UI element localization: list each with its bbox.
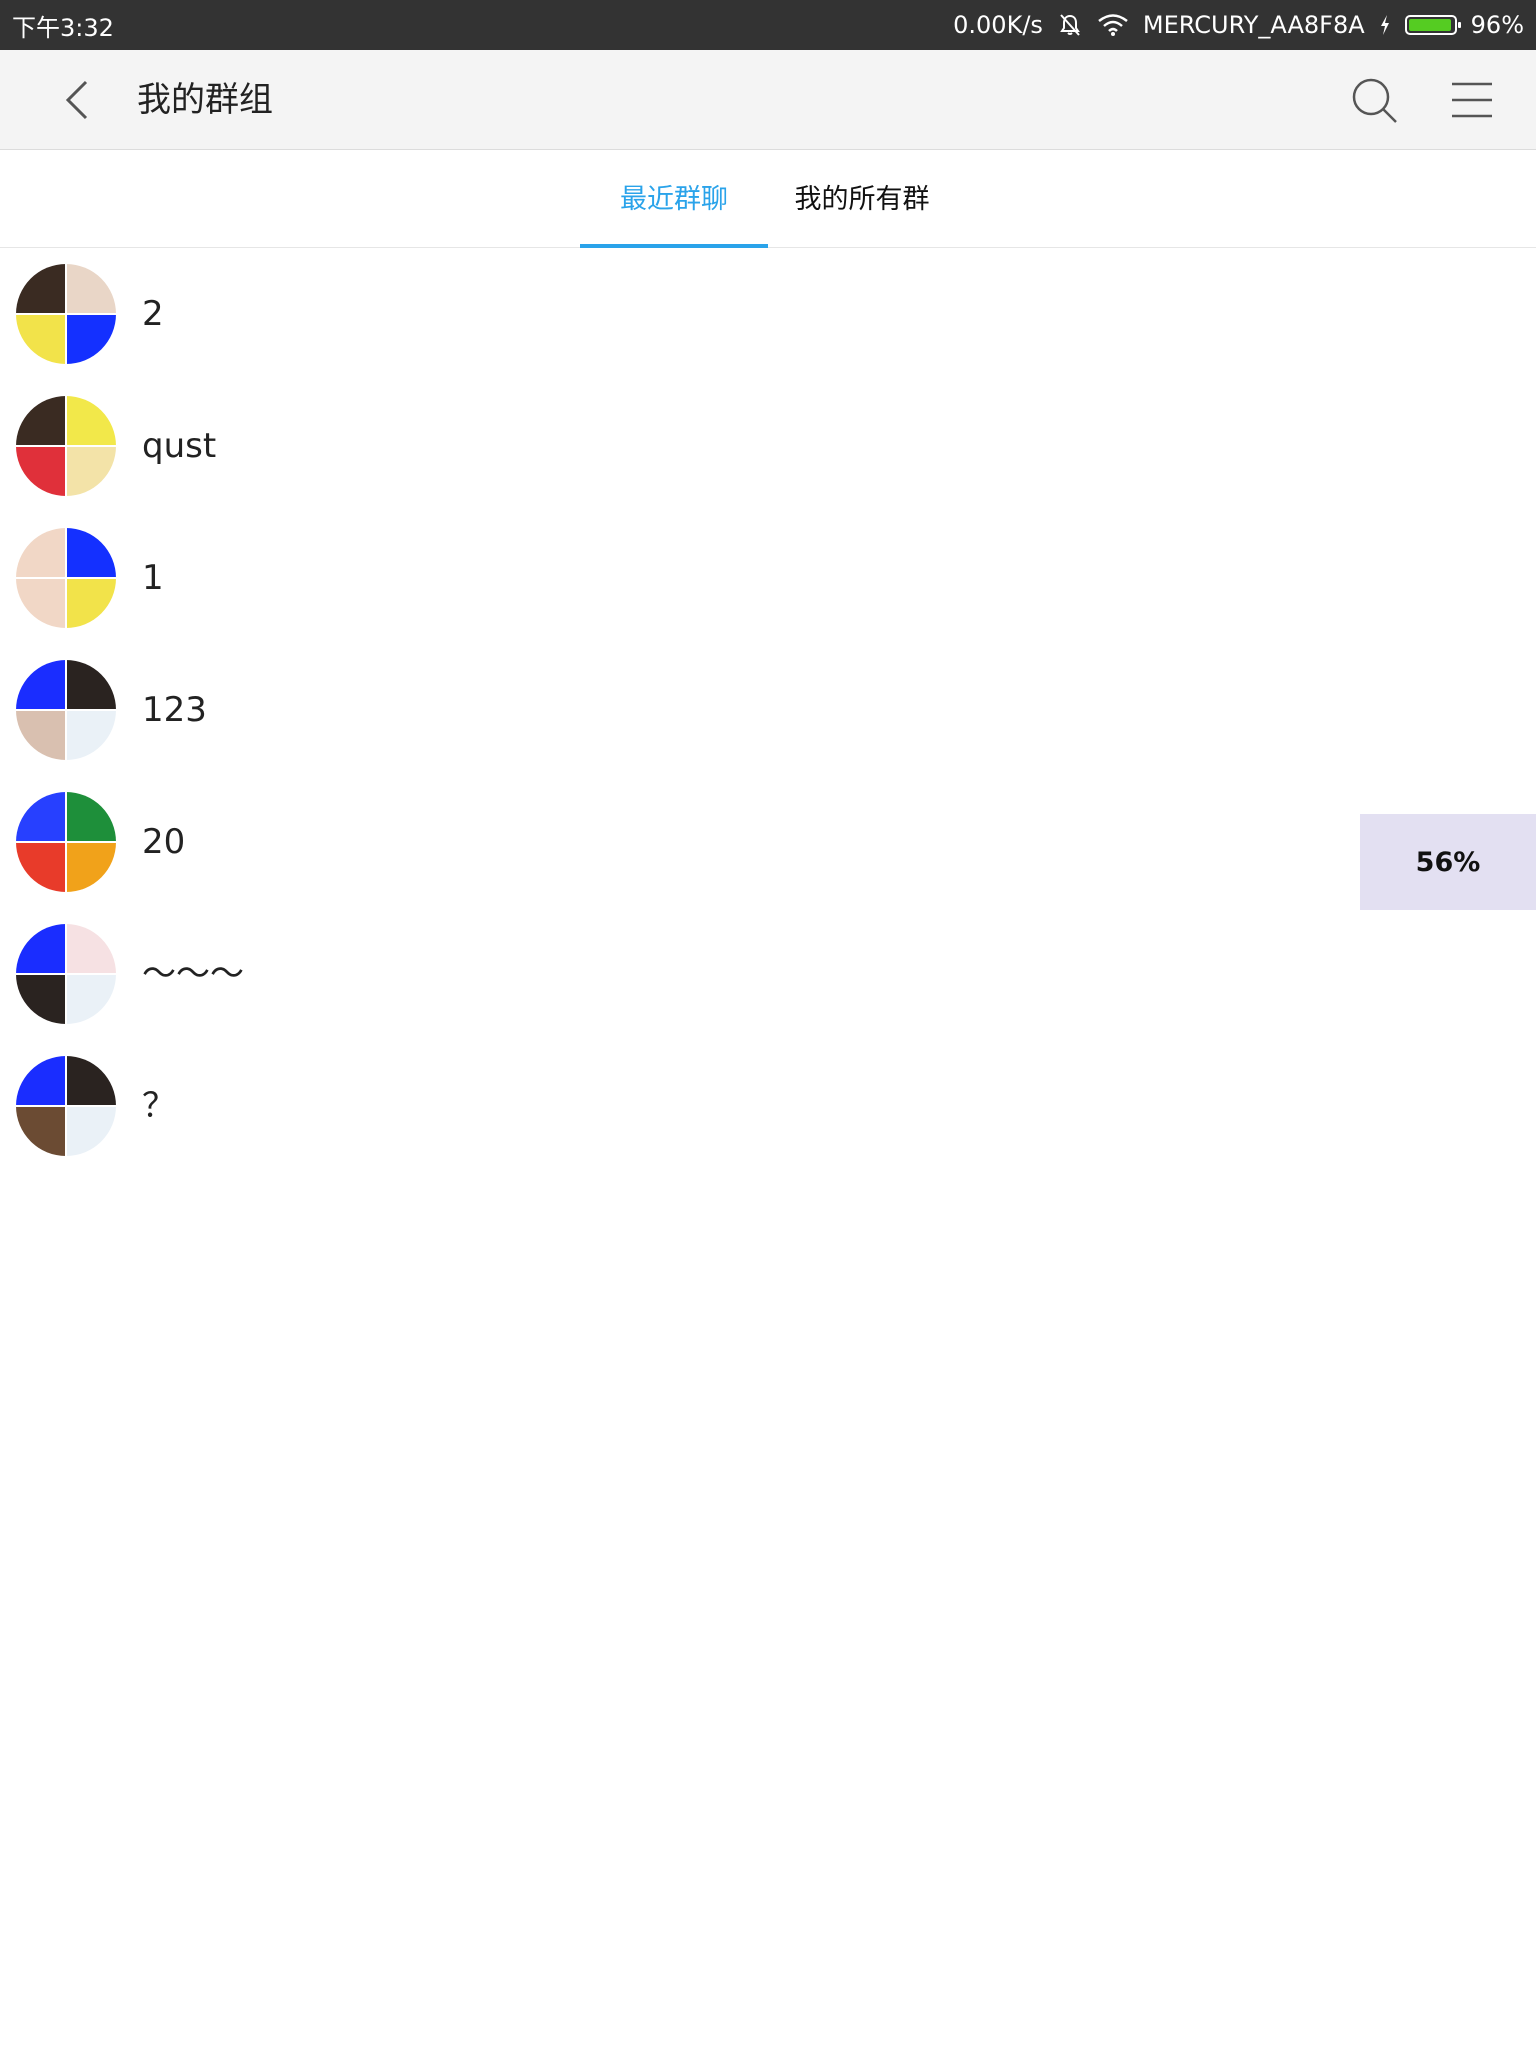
list-item[interactable]: 1 (0, 512, 1536, 644)
tab-bar: 最近群聊 我的所有群 (0, 150, 1536, 248)
back-arrow-icon[interactable] (58, 78, 98, 122)
network-speed: 0.00K/s (953, 11, 1043, 39)
list-item[interactable]: 20 (0, 776, 1536, 908)
group-avatar (16, 264, 116, 364)
menu-icon[interactable] (1450, 78, 1494, 122)
tab-label: 最近群聊 (620, 184, 728, 215)
avatar-tile (16, 792, 65, 841)
page-title: 我的群组 (137, 80, 273, 120)
wifi-icon (1097, 13, 1129, 37)
tab-label: 我的所有群 (794, 184, 930, 215)
avatar-tile (67, 660, 116, 709)
battery-percent: 96% (1470, 11, 1524, 39)
avatar-tile (67, 711, 116, 760)
group-avatar (16, 924, 116, 1024)
avatar-tile (67, 315, 116, 364)
avatar-tile (16, 711, 65, 760)
avatar-tile (67, 528, 116, 577)
tab-recent-groups[interactable]: 最近群聊 (580, 150, 768, 248)
tab-all-groups[interactable]: 我的所有群 (768, 150, 956, 248)
avatar-tile (16, 315, 65, 364)
avatar-tile (16, 1056, 65, 1105)
status-indicators: 0.00K/s MERCURY_AA8F8A 96% (953, 11, 1524, 39)
group-name: 2 (142, 294, 164, 334)
battery-icon (1404, 15, 1461, 35)
progress-indicator: 56% (1360, 814, 1536, 910)
avatar-tile (16, 528, 65, 577)
group-avatar (16, 528, 116, 628)
avatar-tile (67, 264, 116, 313)
list-item[interactable]: qust (0, 380, 1536, 512)
avatar-tile (67, 579, 116, 628)
battery-fill (1408, 19, 1451, 31)
group-name: 123 (142, 690, 207, 730)
group-avatar (16, 1056, 116, 1156)
status-bar: 下午3:32 0.00K/s MERCURY_AA8F8A 96% (0, 0, 1536, 50)
avatar-tile (16, 264, 65, 313)
avatar-tile (16, 924, 65, 973)
avatar-tile (67, 843, 116, 892)
avatar-tile (16, 660, 65, 709)
group-name: qust (142, 426, 217, 466)
avatar-tile (16, 447, 65, 496)
wifi-name: MERCURY_AA8F8A (1142, 11, 1365, 39)
avatar-tile (16, 1107, 65, 1156)
group-name: 1 (142, 558, 164, 598)
group-avatar (16, 792, 116, 892)
list-item[interactable]: ～～～ (0, 908, 1536, 1040)
list-item[interactable]: 123 (0, 644, 1536, 776)
avatar-tile (67, 792, 116, 841)
status-time: 下午3:32 (12, 13, 114, 42)
list-item[interactable]: ？ (0, 1040, 1536, 1172)
search-icon[interactable] (1350, 76, 1400, 126)
avatar-tile (67, 396, 116, 445)
avatar-tile (67, 1056, 116, 1105)
avatar-tile (67, 447, 116, 496)
avatar-tile (16, 579, 65, 628)
group-name: ？ (142, 1086, 176, 1126)
avatar-tile (16, 975, 65, 1024)
charging-icon (1379, 14, 1391, 36)
group-name: ～～～ (142, 954, 244, 994)
avatar-tile (16, 843, 65, 892)
bell-off-icon (1057, 12, 1083, 38)
group-name: 20 (142, 822, 186, 862)
list-item[interactable]: 2 (0, 248, 1536, 380)
avatar-tile (16, 396, 65, 445)
avatar-tile (67, 924, 116, 973)
app-bar: 我的群组 (0, 50, 1536, 150)
group-avatar (16, 660, 116, 760)
avatar-tile (67, 1107, 116, 1156)
group-avatar (16, 396, 116, 496)
group-list: 2 qust 1 123 20 ～～～ ？ (0, 248, 1536, 1172)
avatar-tile (67, 975, 116, 1024)
